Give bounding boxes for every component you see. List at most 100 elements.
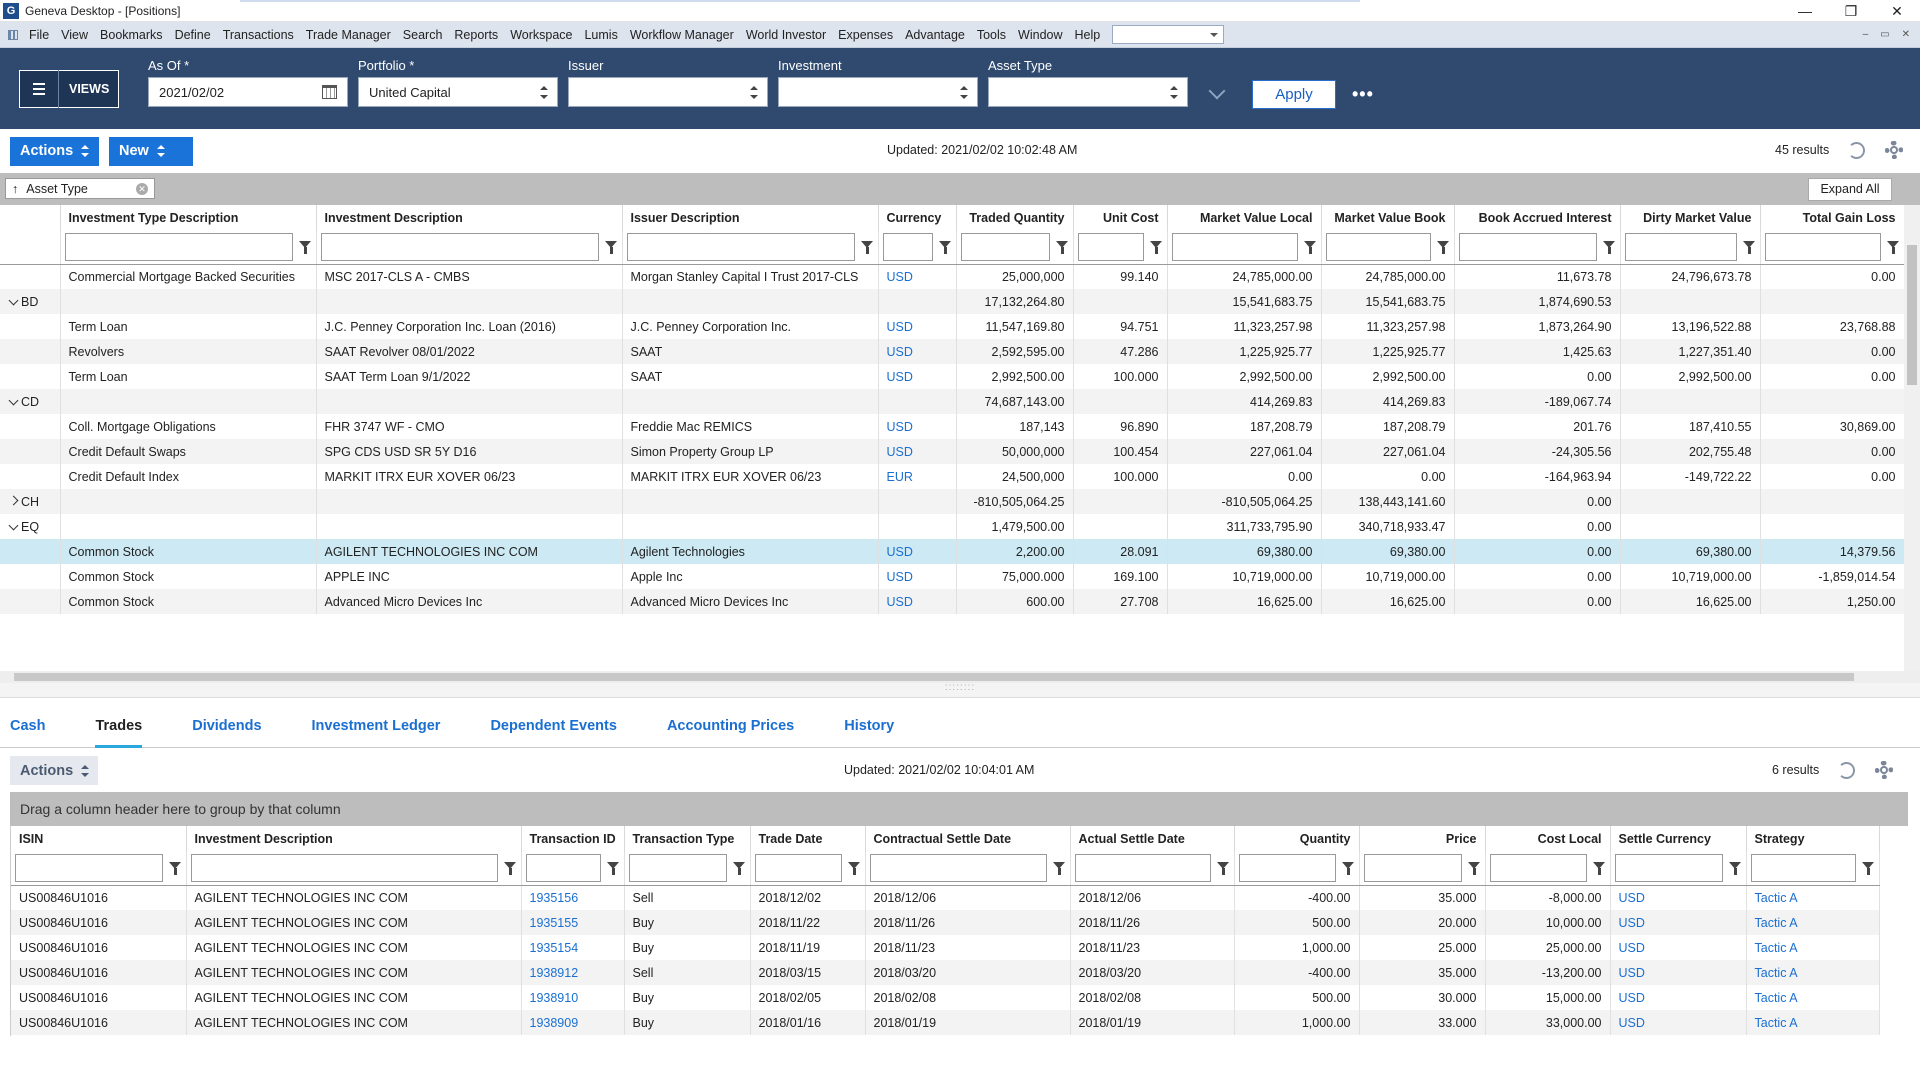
- table-row[interactable]: Revolvers SAAT Revolver 08/01/2022 SAAT USD…: [0, 339, 1905, 364]
- column-filter-input[interactable]: [1614, 854, 1723, 883]
- column-filter-input[interactable]: [626, 233, 855, 262]
- apply-button[interactable]: Apply: [1252, 80, 1336, 109]
- column-header[interactable]: Issuer Description: [622, 205, 879, 231]
- menu-help[interactable]: Help: [1069, 22, 1107, 48]
- menu-quick-select[interactable]: [1112, 25, 1225, 44]
- column-header[interactable]: Transaction ID: [521, 826, 625, 852]
- column-filter-input[interactable]: [960, 233, 1050, 262]
- table-cell[interactable]: Tactic A: [1746, 910, 1880, 935]
- table-cell[interactable]: Tactic A: [1746, 1010, 1880, 1035]
- column-header[interactable]: Trade Date: [750, 826, 866, 852]
- tab-investment-ledger[interactable]: Investment Ledger: [312, 718, 441, 747]
- column-filter-input[interactable]: [64, 233, 293, 262]
- menu-file[interactable]: File: [23, 22, 55, 48]
- filter-funnel-icon[interactable]: [1436, 240, 1450, 254]
- panel-splitter[interactable]: ::::::::: [0, 683, 1920, 698]
- column-filter-input[interactable]: [1325, 233, 1431, 262]
- table-cell[interactable]: USD: [1610, 910, 1747, 935]
- filter-funnel-icon[interactable]: [1216, 861, 1230, 875]
- filter-funnel-icon[interactable]: [168, 861, 182, 875]
- menu-window[interactable]: Window: [1012, 22, 1068, 48]
- column-filter-input[interactable]: [1489, 854, 1587, 883]
- column-header[interactable]: Investment Description: [186, 826, 522, 852]
- column-filter-input[interactable]: [1077, 233, 1144, 262]
- positions-vertical-scrollbar[interactable]: [1904, 205, 1920, 671]
- filter-funnel-icon[interactable]: [1592, 861, 1606, 875]
- column-header[interactable]: Investment Description: [316, 205, 623, 231]
- column-filter-input[interactable]: [628, 854, 727, 883]
- investment-select[interactable]: [778, 77, 978, 107]
- group-row[interactable]: CH -810,505,064.25 -810,505,064.25 138,443,…: [0, 489, 1905, 514]
- group-row[interactable]: CD 74,687,143.00 414,269.83 414,269.83 -189,…: [0, 389, 1905, 414]
- filter-funnel-icon[interactable]: [1052, 861, 1066, 875]
- gear-icon[interactable]: [1885, 141, 1903, 159]
- group-row[interactable]: BD 17,132,264.80 15,541,683.75 15,541,683.7…: [0, 289, 1905, 314]
- tab-cash[interactable]: Cash: [10, 718, 45, 747]
- views-button[interactable]: VIEWS: [19, 70, 119, 108]
- table-cell[interactable]: 1938910: [521, 985, 625, 1010]
- table-row[interactable]: US00846U1016 AGILENT TECHNOLOGIES INC COM…: [11, 960, 1880, 985]
- column-filter-input[interactable]: [15, 854, 163, 883]
- filter-funnel-icon[interactable]: [1467, 861, 1481, 875]
- table-row[interactable]: Credit Default Swaps SPG CDS USD SR 5Y D1…: [0, 439, 1905, 464]
- menu-lumis[interactable]: Lumis: [578, 22, 623, 48]
- column-header[interactable]: Currency: [878, 205, 957, 231]
- column-header[interactable]: Contractual Settle Date: [865, 826, 1071, 852]
- filter-funnel-icon[interactable]: [1149, 240, 1163, 254]
- table-row[interactable]: Commercial Mortgage Backed Securities MSC…: [0, 264, 1905, 289]
- table-cell[interactable]: USD: [1610, 885, 1747, 910]
- asset-type-select[interactable]: [988, 77, 1188, 107]
- close-icon[interactable]: ✕: [1874, 1, 1920, 21]
- filter-funnel-icon[interactable]: [938, 240, 952, 254]
- new-button[interactable]: New: [109, 136, 193, 166]
- gear-icon[interactable]: [1875, 761, 1893, 779]
- filter-funnel-icon[interactable]: [1886, 240, 1900, 254]
- column-header[interactable]: Investment Type Description: [60, 205, 317, 231]
- column-filter-input[interactable]: [882, 233, 933, 262]
- actions-button[interactable]: Actions: [10, 136, 99, 166]
- column-filter-input[interactable]: [1171, 233, 1298, 262]
- table-cell[interactable]: 1938909: [521, 1010, 625, 1035]
- tab-dependent-events[interactable]: Dependent Events: [490, 718, 617, 747]
- more-options-icon[interactable]: •••: [1352, 84, 1374, 105]
- table-cell[interactable]: Tactic A: [1746, 935, 1880, 960]
- group-cell[interactable]: CH: [0, 489, 61, 514]
- group-cell[interactable]: EQ: [0, 514, 61, 539]
- menu-define[interactable]: Define: [169, 22, 217, 48]
- filter-funnel-icon[interactable]: [1742, 240, 1756, 254]
- menu-bookmarks[interactable]: Bookmarks: [94, 22, 169, 48]
- filter-funnel-icon[interactable]: [604, 240, 618, 254]
- column-header[interactable]: Market Value Book: [1321, 205, 1455, 231]
- column-header[interactable]: Quantity: [1234, 826, 1360, 852]
- table-cell[interactable]: 1935156: [521, 885, 625, 910]
- filter-funnel-icon[interactable]: [860, 240, 874, 254]
- column-header[interactable]: Book Accrued Interest: [1454, 205, 1621, 231]
- scrollbar-thumb[interactable]: [1907, 245, 1917, 385]
- group-chip-asset-type[interactable]: ↑ Asset Type ✕: [5, 178, 155, 199]
- filter-funnel-icon[interactable]: [503, 861, 517, 875]
- column-header[interactable]: Price: [1359, 826, 1486, 852]
- issuer-select[interactable]: [568, 77, 768, 107]
- table-cell[interactable]: 1935155: [521, 910, 625, 935]
- column-filter-input[interactable]: [190, 854, 498, 883]
- group-row[interactable]: EQ 1,479,500.00 311,733,795.90 340,718,933.…: [0, 514, 1905, 539]
- column-header[interactable]: Actual Settle Date: [1070, 826, 1235, 852]
- column-header[interactable]: Cost Local: [1485, 826, 1611, 852]
- group-label[interactable]: CD: [15, 395, 39, 409]
- table-cell[interactable]: 1935154: [521, 935, 625, 960]
- column-header[interactable]: ISIN: [11, 826, 187, 852]
- expand-filters-chevron-icon[interactable]: [1209, 84, 1225, 100]
- positions-horizontal-scrollbar[interactable]: [0, 671, 1920, 683]
- table-cell[interactable]: Tactic A: [1746, 960, 1880, 985]
- filter-funnel-icon[interactable]: [606, 861, 620, 875]
- column-filter-input[interactable]: [320, 233, 599, 262]
- menu-view[interactable]: View: [55, 22, 94, 48]
- column-filter-input[interactable]: [1750, 854, 1856, 883]
- table-cell[interactable]: USD: [1610, 1010, 1747, 1035]
- table-cell[interactable]: Tactic A: [1746, 985, 1880, 1010]
- table-row[interactable]: US00846U1016 AGILENT TECHNOLOGIES INC COM…: [11, 1010, 1880, 1035]
- column-filter-input[interactable]: [525, 854, 601, 883]
- column-header[interactable]: Settle Currency: [1610, 826, 1747, 852]
- column-filter-input[interactable]: [1074, 854, 1211, 883]
- menu-world-investor[interactable]: World Investor: [740, 22, 832, 48]
